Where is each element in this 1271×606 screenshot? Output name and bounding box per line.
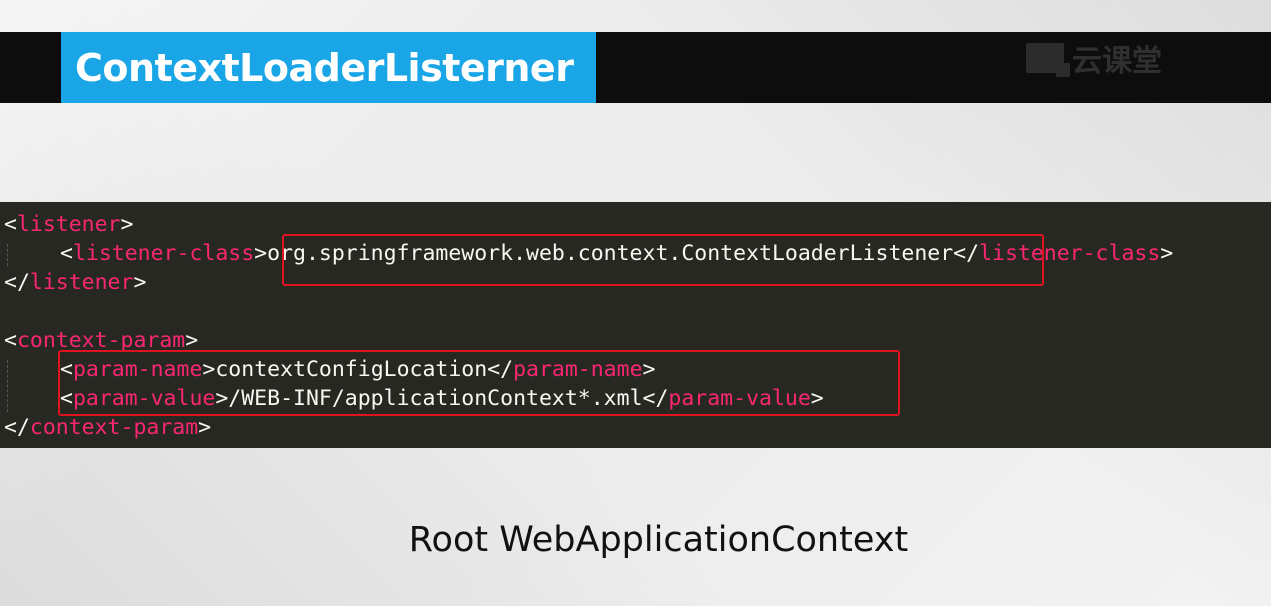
code-line: </listener> [4, 270, 147, 295]
watermark: 云课堂 [1026, 40, 1162, 79]
code-line: </context-param> [4, 415, 212, 440]
title-banner: ContextLoaderListerner [61, 32, 596, 103]
slide-title: ContextLoaderListerner [75, 45, 574, 90]
code-editor-panel: <listener> <listener-class>org.springfra… [0, 202, 1271, 448]
watermark-text: 云课堂 [1072, 44, 1162, 79]
logo-icon [1026, 43, 1070, 77]
highlight-box-listener-class [282, 234, 1044, 286]
slide-caption: Root WebApplicationContext [408, 520, 909, 560]
highlight-box-context-param [58, 350, 900, 416]
code-line: <listener> [4, 212, 134, 237]
